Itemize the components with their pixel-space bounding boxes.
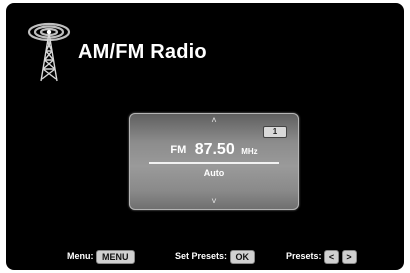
frequency-display: FM 87.50 MHz	[129, 141, 299, 159]
menu-hint-label: Menu:	[67, 251, 94, 261]
divider	[149, 162, 279, 164]
page-title: AM/FM Radio	[78, 41, 207, 63]
frequency-unit: MHz	[241, 147, 258, 156]
menu-hint: Menu: MENU	[67, 249, 135, 264]
presets-hint: Presets: < >	[286, 249, 357, 264]
next-preset-button[interactable]: >	[341, 249, 357, 264]
tuning-mode: Auto	[203, 168, 225, 178]
previous-preset-button[interactable]: <	[324, 249, 340, 264]
tune-down-arrow-icon[interactable]: ˅	[129, 197, 299, 206]
set-presets-hint: Set Presets: OK	[175, 249, 256, 264]
tune-up-arrow-icon[interactable]: ˄	[129, 116, 299, 125]
radio-tower-icon	[27, 22, 71, 82]
frequency-value: 87.50	[194, 141, 235, 158]
band-label: FM	[170, 144, 187, 156]
radio-screen: AM/FM Radio ˄ 1 FM 87.50 MHz Auto ˅ Menu…	[6, 3, 404, 270]
tuner-panel: ˄ 1 FM 87.50 MHz Auto ˅	[129, 113, 299, 210]
preset-number-badge: 1	[263, 126, 287, 138]
menu-button[interactable]: MENU	[96, 249, 135, 264]
presets-label: Presets:	[286, 251, 322, 261]
set-presets-label: Set Presets:	[175, 251, 228, 261]
ok-button[interactable]: OK	[229, 249, 256, 264]
